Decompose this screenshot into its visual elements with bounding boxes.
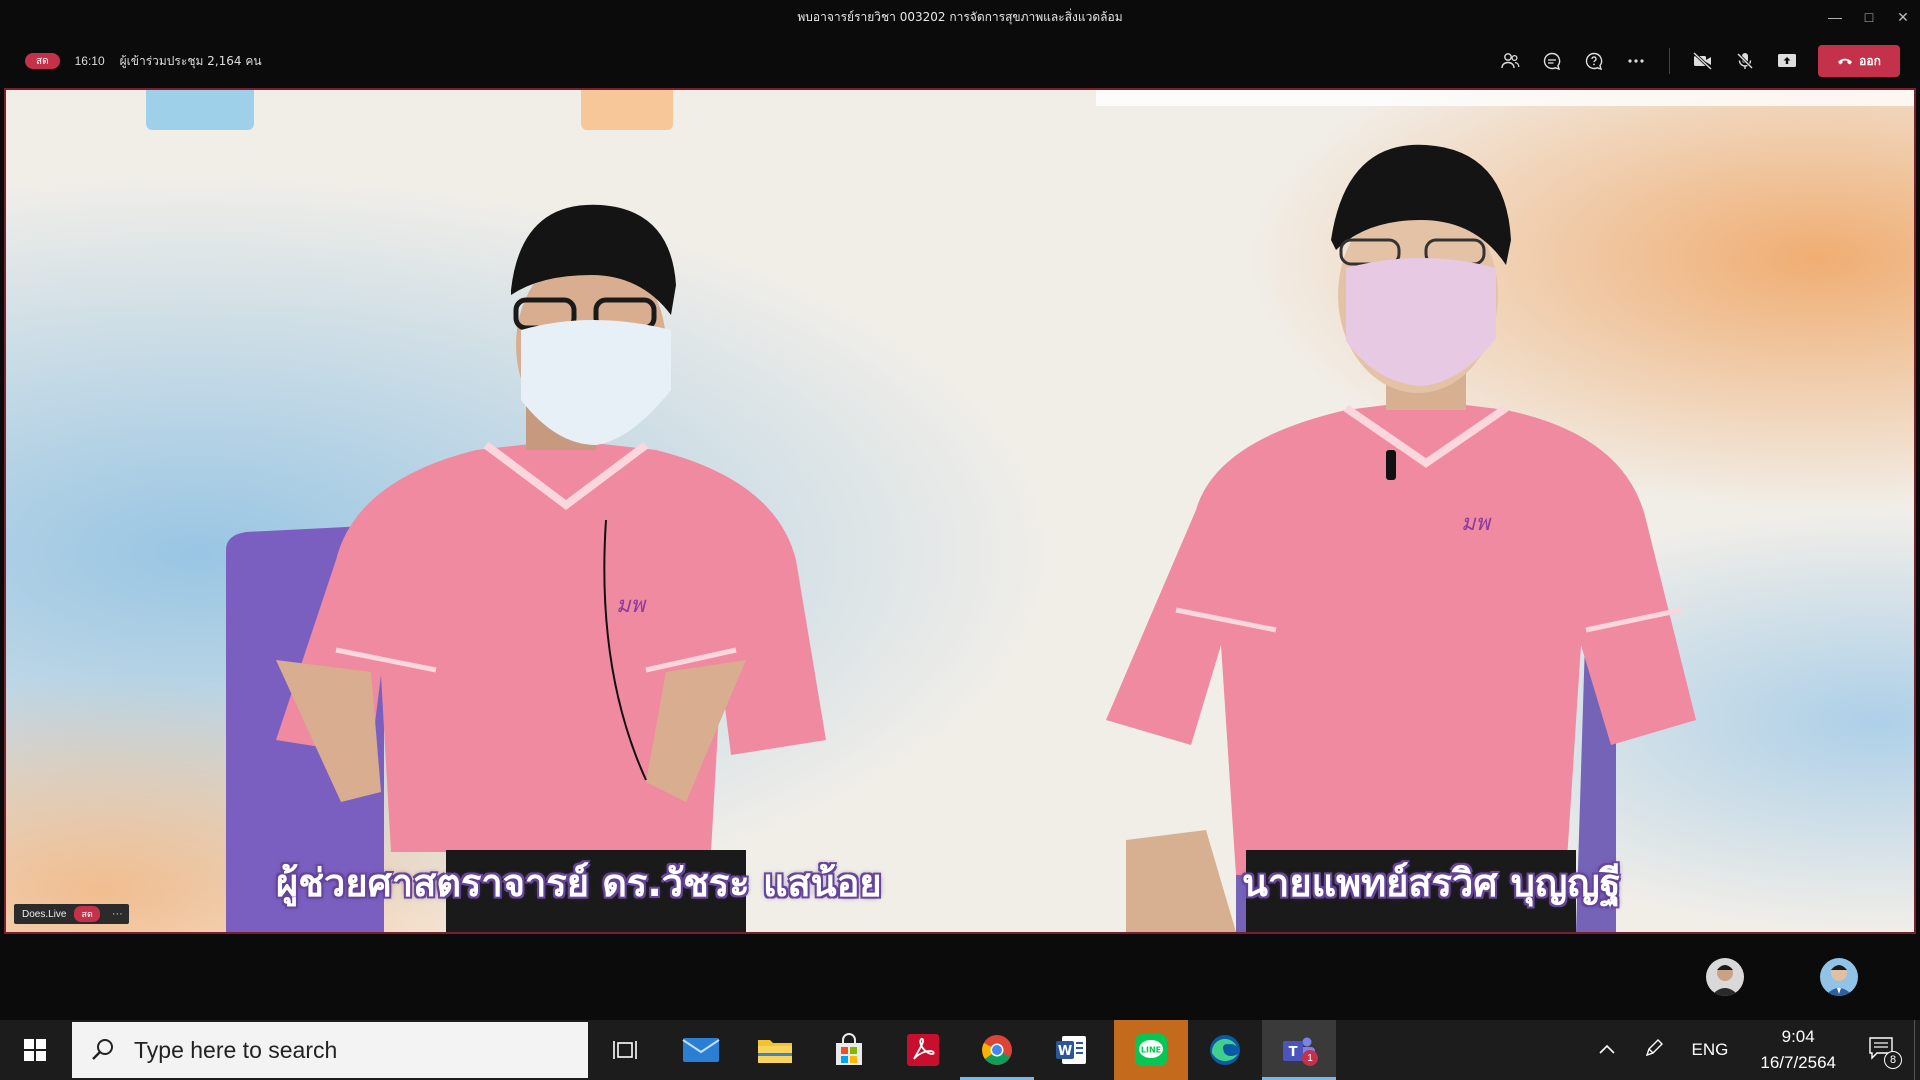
show-desktop-button[interactable]: [1914, 1020, 1920, 1080]
svg-text:มพ: มพ: [1461, 511, 1493, 536]
mic-off-icon[interactable]: [1724, 40, 1766, 82]
close-icon[interactable]: ✕: [1886, 0, 1920, 34]
windows-logo-icon: [24, 1039, 46, 1061]
svg-text:LINE: LINE: [1141, 1046, 1161, 1055]
action-center-icon[interactable]: 8: [1868, 1036, 1902, 1069]
svg-text:W: W: [1058, 1044, 1072, 1059]
mail-app[interactable]: [664, 1020, 738, 1080]
start-button[interactable]: [0, 1020, 70, 1080]
teams-notification-badge: 1: [1302, 1050, 1318, 1066]
leave-button-label: ออก: [1859, 53, 1881, 68]
taskbar-clock[interactable]: 9:04 16/7/2564: [1760, 1024, 1836, 1076]
caption-left: ผู้ช่วยศาสตราจารย์ ดร.วัชระ แสน้อย: [276, 861, 882, 905]
live-video-stage[interactable]: มพ มพ ผู้ช่วยศาสตราจารย์ ดร.วัชระ แสน้อย…: [4, 88, 1916, 934]
clock-time: 9:04: [1781, 1027, 1815, 1046]
attendee-count: ผู้เข้าร่วมประชุม 2,164 คน: [119, 53, 262, 68]
svg-text:T: T: [1289, 1045, 1298, 1060]
microsoft-store-app[interactable]: [812, 1020, 886, 1080]
taskbar-search-box[interactable]: Type here to search: [72, 1022, 588, 1078]
task-view-icon: [613, 1041, 637, 1059]
edge-app[interactable]: [1188, 1020, 1262, 1080]
share-screen-icon[interactable]: [1766, 40, 1808, 82]
svg-text:มพ: มพ: [616, 593, 648, 618]
leave-button[interactable]: ออก: [1818, 45, 1900, 77]
acrobat-icon: [907, 1034, 939, 1066]
input-language[interactable]: ENG: [1692, 1040, 1729, 1060]
caption-right: นายแพทย์สรวิศ บุญญฐี: [1242, 861, 1621, 905]
notification-count-badge: 8: [1884, 1050, 1902, 1069]
stream-live-badge: สด: [74, 906, 100, 922]
camera-off-icon[interactable]: [1682, 40, 1724, 82]
word-app[interactable]: W: [1034, 1020, 1108, 1080]
task-view-button[interactable]: [588, 1020, 662, 1080]
meeting-controls: ออก: [1489, 34, 1900, 88]
store-icon: [836, 1033, 862, 1065]
window-controls: — □ ✕: [1818, 0, 1920, 34]
minimize-icon[interactable]: —: [1818, 0, 1852, 34]
phone-hangup-icon: [1838, 58, 1853, 65]
participants-icon[interactable]: [1489, 40, 1531, 82]
presenter-avatar-1[interactable]: [1706, 958, 1744, 996]
stream-producer-name: Does.Live: [22, 908, 67, 920]
clock-date: 16/7/2564: [1760, 1053, 1836, 1072]
pen-icon[interactable]: [1644, 1038, 1664, 1063]
chat-icon[interactable]: [1531, 40, 1573, 82]
line-app[interactable]: LINE: [1114, 1020, 1188, 1080]
more-options-icon[interactable]: [1615, 40, 1657, 82]
toolbar-divider: [1669, 48, 1670, 74]
chrome-icon: [982, 1035, 1012, 1065]
presenter-strip: [0, 934, 1920, 1020]
meeting-timer: 16:10: [74, 54, 105, 68]
presenter-avatar-2[interactable]: [1820, 958, 1858, 996]
system-tray: ENG 9:04 16/7/2564 8: [1584, 1020, 1920, 1080]
live-badge: สด: [25, 53, 60, 69]
search-placeholder: Type here to search: [134, 1036, 338, 1063]
teams-app[interactable]: T 1: [1262, 1020, 1336, 1080]
search-icon: [92, 1039, 113, 1060]
chrome-app[interactable]: [960, 1020, 1034, 1080]
word-icon: W: [1056, 1036, 1086, 1064]
stream-more-button[interactable]: ···: [106, 908, 129, 920]
mail-icon: [682, 1038, 720, 1062]
window-title: พบอาจารย์รายวิชา 003202 การจัดการสุขภาพแ…: [797, 9, 1123, 24]
maximize-icon[interactable]: □: [1852, 0, 1886, 34]
window-title-bar: พบอาจารย์รายวิชา 003202 การจัดการสุขภาพแ…: [0, 0, 1920, 34]
chevron-up-icon[interactable]: [1598, 1040, 1616, 1060]
folder-icon: [758, 1040, 792, 1063]
line-icon: LINE: [1135, 1034, 1167, 1066]
qa-icon[interactable]: [1573, 40, 1615, 82]
video-frame: มพ มพ: [6, 90, 1914, 932]
acrobat-app[interactable]: [886, 1020, 960, 1080]
edge-icon: [1210, 1035, 1240, 1065]
file-explorer-app[interactable]: [738, 1020, 812, 1080]
stream-info-chip[interactable]: Does.Live สด ···: [14, 904, 129, 924]
meeting-toolbar: สด 16:10 ผู้เข้าร่วมประชุม 2,164 คน ออก: [0, 34, 1920, 88]
windows-taskbar: Type here to search W LINE T 1 ENG 9:04 …: [0, 1020, 1920, 1080]
